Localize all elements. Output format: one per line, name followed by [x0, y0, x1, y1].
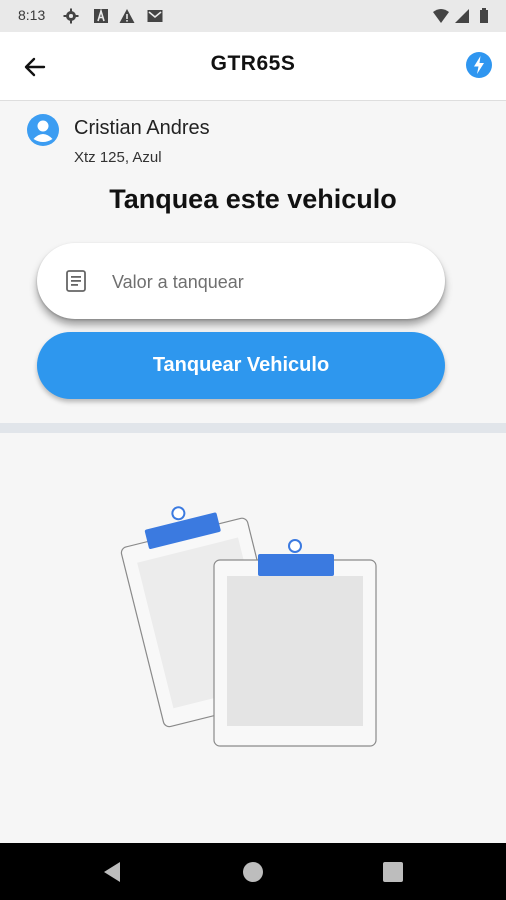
lightning-bolt-button[interactable] [466, 52, 492, 78]
form-heading: Tanquea este vehiculo [109, 184, 397, 214]
status-bar: 8:13 [0, 0, 506, 32]
signal-icon [455, 9, 469, 23]
section-divider [0, 423, 506, 433]
back-triangle-icon[interactable] [100, 859, 126, 885]
amount-field-container [37, 243, 445, 319]
lightning-bolt-icon [474, 56, 484, 74]
home-circle-icon[interactable] [240, 859, 266, 885]
recents-square-icon[interactable] [380, 859, 406, 885]
vehicle-description: Xtz 125, Azul [74, 149, 162, 166]
system-nav-bar [0, 843, 506, 900]
battery-icon [480, 8, 488, 23]
account-circle-icon [27, 114, 59, 146]
app-bar: GTR65S [0, 32, 506, 101]
text-a-icon [94, 8, 108, 23]
refuel-vehicle-button[interactable]: Tanquear Vehiculo [37, 332, 445, 399]
mail-icon [147, 10, 163, 22]
status-time: 8:13 [18, 7, 46, 23]
user-name: Cristian Andres [74, 117, 210, 139]
warning-icon [119, 9, 135, 23]
amount-input[interactable] [110, 261, 424, 303]
clipboards-illustration [120, 506, 377, 747]
page-title: GTR65S [210, 52, 296, 75]
wifi-icon [433, 9, 449, 23]
refuel-panel: Cristian Andres Xtz 125, Azul Tanquea es… [0, 101, 506, 423]
gear-icon [63, 8, 79, 24]
document-icon [66, 270, 86, 292]
